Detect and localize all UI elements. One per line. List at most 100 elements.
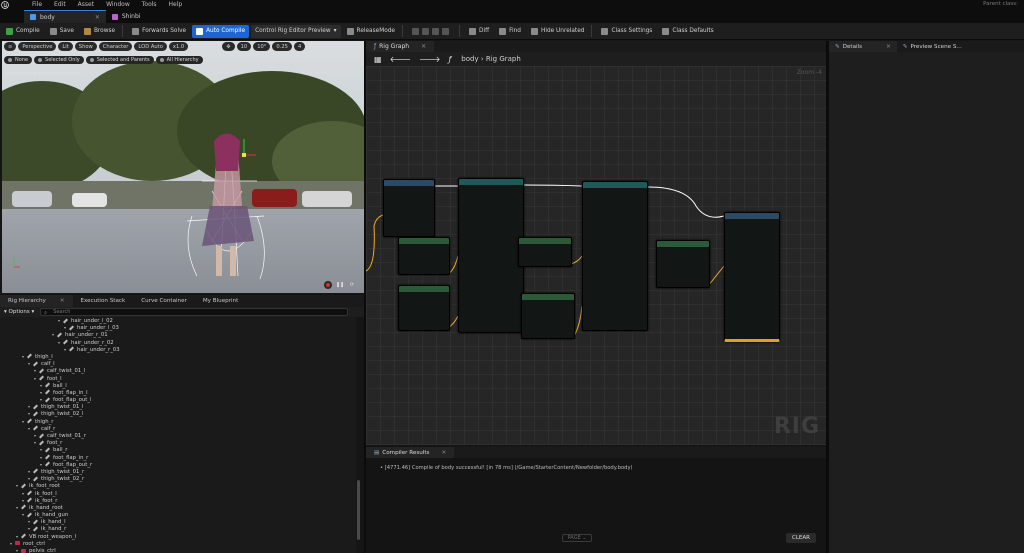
graph-node[interactable]	[398, 285, 450, 331]
pause-icon[interactable]: ❚❚	[336, 281, 344, 289]
tree-item[interactable]: ▾ ball_r	[0, 446, 356, 453]
scale-snap-value[interactable]: 0.25	[272, 42, 292, 51]
graph-node[interactable]	[582, 181, 648, 331]
tab-compiler-results[interactable]: ▤ Compiler Results ✕	[366, 447, 455, 458]
tree-item[interactable]: ▾ hair_under_r_02	[0, 339, 356, 346]
tree-item[interactable]: ▾ root_ctrl	[0, 540, 356, 547]
tree-item[interactable]: ▾ foot_flap_in_r	[0, 454, 356, 461]
filter-all-hierarchy-button[interactable]: All Hierarchy	[155, 55, 203, 64]
tree-item[interactable]: ▾ ball_l	[0, 382, 356, 389]
graph-node[interactable]	[521, 293, 575, 339]
viewport-menu-button[interactable]: ≡	[4, 42, 17, 51]
close-icon[interactable]: ✕	[95, 14, 100, 21]
tree-item[interactable]: ▾ thigh_twist_02_l	[0, 410, 356, 417]
auto-compile-button[interactable]: Auto Compile	[192, 24, 250, 38]
tree-item[interactable]: ▾ thigh_r	[0, 418, 356, 425]
tree-item[interactable]: ▾ ik_hand_r	[0, 525, 356, 532]
close-icon[interactable]: ✕	[421, 43, 426, 50]
tree-item[interactable]: ▾ foot_l	[0, 375, 356, 382]
translate-icon[interactable]: ✥	[222, 42, 235, 51]
rig-hierarchy-tree[interactable]: ▾ hair_under_l_02 ▾ hair_under_l_03 ▾ hair_un…	[0, 317, 356, 553]
diff-button[interactable]: Diff	[465, 25, 493, 38]
release-mode-button[interactable]: ReleaseMode	[343, 25, 399, 38]
graph-grid-icon[interactable]: ▦	[374, 55, 382, 64]
browse-button[interactable]: Browse	[80, 25, 119, 38]
tab-execution-stack[interactable]: Execution Stack	[73, 295, 134, 307]
options-button[interactable]: ▾ Options ▾	[4, 309, 34, 315]
tree-scrollbar[interactable]	[357, 480, 360, 540]
preview-dropdown[interactable]: Control Rig Editor Preview ▾	[251, 24, 341, 38]
tree-item[interactable]: ▾ hair_under_l_02	[0, 317, 356, 324]
menu-file[interactable]: File	[26, 0, 48, 10]
forwards-solve-button[interactable]: Forwards Solve	[128, 25, 190, 38]
page-dropdown[interactable]: PAGE ⌄	[562, 534, 592, 542]
save-button[interactable]: Save	[46, 25, 78, 38]
menu-window[interactable]: Window	[100, 0, 136, 10]
chevron-down-icon[interactable]: ▾	[34, 439, 39, 446]
loop-icon[interactable]: ⟳	[348, 281, 356, 289]
menu-tools[interactable]: Tools	[136, 0, 163, 10]
filter-selected-parents-button[interactable]: Selected and Parents	[85, 55, 154, 64]
tree-item[interactable]: ▾ ik_foot_r	[0, 497, 356, 504]
tab-rig-hierarchy[interactable]: Rig Hierarchy ✕	[0, 295, 73, 307]
class-settings-button[interactable]: Class Settings	[597, 25, 656, 38]
tree-item[interactable]: ▾ ik_hand_l	[0, 518, 356, 525]
menu-asset[interactable]: Asset	[72, 0, 100, 10]
tree-item[interactable]: ▾ thigh_twist_02_r	[0, 475, 356, 482]
tree-item[interactable]: ▾ calf_r	[0, 425, 356, 432]
rig-graph-canvas[interactable]: Zoom -4 RIG	[366, 66, 826, 445]
filter-selected-only-button[interactable]: Selected Only	[34, 55, 84, 64]
tab-details[interactable]: ✎ Details ✕	[829, 41, 897, 52]
character-button[interactable]: Character	[98, 42, 133, 51]
tab-body[interactable]: body ✕	[24, 10, 106, 23]
tree-item[interactable]: ▾ foot_flap_out_l	[0, 396, 356, 403]
graph-node[interactable]	[383, 179, 435, 237]
tree-item[interactable]: ▾ pelvis_ctrl	[0, 547, 356, 553]
tree-item[interactable]: ▾ hair_under_r_03	[0, 346, 356, 353]
perspective-button[interactable]: Perspective	[18, 42, 57, 51]
chevron-down-icon[interactable]: ▾	[40, 396, 45, 403]
grid-snap-value[interactable]: 10	[236, 42, 252, 51]
find-button[interactable]: Find	[495, 25, 525, 38]
lod-auto-button[interactable]: LOD Auto	[134, 42, 167, 51]
filter-none-button[interactable]: None	[4, 55, 33, 64]
graph-node[interactable]	[656, 240, 710, 288]
tree-item[interactable]: ▾ foot_flap_out_r	[0, 461, 356, 468]
camera-speed-value[interactable]: 4	[293, 42, 306, 51]
chevron-down-icon[interactable]: ▾	[22, 511, 27, 518]
graph-node[interactable]	[458, 178, 524, 333]
breadcrumb[interactable]: body › Rig Graph	[461, 55, 521, 63]
record-icon[interactable]	[324, 281, 332, 289]
back-arrow-icon[interactable]: 🡐	[390, 54, 411, 64]
close-icon[interactable]: ✕	[60, 298, 65, 304]
tree-item[interactable]: ▾ ik_hand_root	[0, 504, 356, 511]
unreal-logo-icon[interactable]	[0, 0, 10, 10]
tree-item[interactable]: ▾ foot_flap_in_l	[0, 389, 356, 396]
tree-item[interactable]: ▾ calf_twist_01_l	[0, 367, 356, 374]
tree-item[interactable]: ▾ foot_r	[0, 439, 356, 446]
tree-item[interactable]: ▾ ik_foot_l	[0, 490, 356, 497]
chevron-down-icon[interactable]: ▾	[58, 317, 63, 324]
tree-item[interactable]: ▾ thigh_twist_01_l	[0, 403, 356, 410]
tab-shinbi[interactable]: Shinbi	[106, 10, 147, 23]
tree-item[interactable]: ▾ calf_twist_01_r	[0, 432, 356, 439]
graph-node[interactable]	[518, 237, 572, 267]
menu-help[interactable]: Help	[163, 0, 189, 10]
tree-item[interactable]: ▾ ik_hand_gun	[0, 511, 356, 518]
close-icon[interactable]: ✕	[886, 44, 891, 50]
menu-edit[interactable]: Edit	[48, 0, 72, 10]
clear-button[interactable]: CLEAR	[786, 533, 816, 543]
tab-my-blueprint[interactable]: My Blueprint	[195, 295, 246, 307]
tab-curve-container[interactable]: Curve Container	[133, 295, 195, 307]
chevron-down-icon[interactable]: ▾	[28, 475, 33, 482]
tree-item[interactable]: ▾ ik_foot_root	[0, 482, 356, 489]
tree-item[interactable]: ▾ hair_under_r_01	[0, 331, 356, 338]
chevron-down-icon[interactable]: ▾	[64, 324, 69, 331]
tree-item[interactable]: ▾ VB root_weapon_l	[0, 533, 356, 540]
compile-button[interactable]: Compile	[2, 25, 44, 38]
rotation-snap-value[interactable]: 10°	[253, 42, 271, 51]
lit-button[interactable]: Lit	[58, 42, 73, 51]
tab-rig-graph[interactable]: ƒ Rig Graph ✕	[366, 41, 435, 52]
step-controls[interactable]	[408, 25, 456, 38]
tree-item[interactable]: ▾ thigh_l	[0, 353, 356, 360]
